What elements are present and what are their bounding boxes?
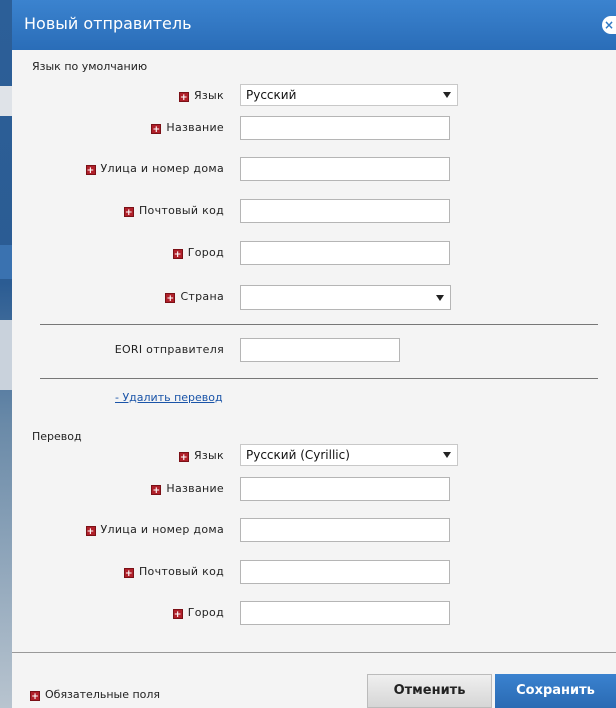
translation-city-input[interactable] [240, 601, 450, 625]
chevron-down-icon [443, 452, 451, 458]
background-page [0, 0, 12, 708]
required-plus-icon: + [123, 568, 134, 579]
default-name-input[interactable] [240, 116, 450, 140]
translation-street-row: + Улица и номер дома [12, 518, 616, 542]
required-plus-icon: + [178, 92, 189, 103]
translation-name-row: + Название [12, 477, 616, 501]
eori-label: EORI отправителя [114, 343, 224, 356]
background-fragment [0, 245, 12, 279]
required-plus-icon: + [85, 526, 96, 537]
default-country-label: + Страна [165, 290, 224, 304]
divider [40, 324, 598, 325]
eori-row: EORI отправителя [12, 338, 616, 362]
eori-input[interactable] [240, 338, 400, 362]
default-city-input[interactable] [240, 241, 450, 265]
default-country-select[interactable] [240, 285, 451, 310]
default-street-row: + Улица и номер дома [12, 157, 616, 181]
translation-language-label: + Язык [178, 449, 224, 463]
background-fragment [0, 320, 12, 390]
default-city-row: + Город [12, 241, 616, 265]
dialog-title: Новый отправитель [24, 14, 192, 33]
translation-postcode-row: + Почтовый код [12, 560, 616, 584]
required-plus-icon: + [172, 609, 183, 620]
translation-language-row: + Язык Русский (Cyrillic) [12, 444, 616, 468]
translation-postcode-label: + Почтовый код [123, 565, 224, 579]
default-name-label: + Название [151, 121, 224, 135]
translation-city-label: + Город [172, 606, 224, 620]
translation-street-input[interactable] [240, 518, 450, 542]
dialog-titlebar: Новый отправитель × [12, 0, 616, 50]
translation-city-row: + Город [12, 601, 616, 625]
default-street-input[interactable] [240, 157, 450, 181]
default-postcode-row: + Почтовый код [12, 199, 616, 223]
close-icon[interactable]: × [602, 16, 616, 34]
translation-language-select[interactable]: Русский (Cyrillic) [240, 444, 458, 466]
required-plus-icon: + [151, 124, 162, 135]
chevron-down-icon [443, 92, 451, 98]
remove-translation-link[interactable]: - Удалить перевод [115, 391, 223, 404]
new-sender-dialog: Новый отправитель × Язык по умолчанию + Я… [12, 0, 616, 708]
default-language-label: + Язык [178, 89, 224, 103]
default-country-row: + Страна [12, 285, 616, 310]
translation-name-input[interactable] [240, 477, 450, 501]
default-city-label: + Город [172, 246, 224, 260]
default-street-label: + Улица и номер дома [85, 162, 224, 176]
translation-name-label: + Название [151, 482, 224, 496]
translation-postcode-input[interactable] [240, 560, 450, 584]
default-language-value: Русский [246, 88, 297, 102]
background-fragment [0, 86, 12, 116]
required-plus-icon: + [172, 249, 183, 260]
cancel-button[interactable]: Отменить [367, 674, 492, 708]
chevron-down-icon [436, 295, 444, 301]
translation-section-label: Перевод [32, 430, 82, 443]
translation-street-label: + Улица и номер дома [85, 523, 224, 537]
default-language-section-label: Язык по умолчанию [32, 60, 148, 73]
save-button[interactable]: Сохранить [495, 674, 616, 708]
required-plus-icon: + [178, 452, 189, 463]
required-plus-icon: + [123, 207, 134, 218]
default-postcode-input[interactable] [240, 199, 450, 223]
default-language-row: + Язык Русский [12, 84, 616, 108]
required-plus-icon: + [151, 485, 162, 496]
default-language-select[interactable]: Русский [240, 84, 458, 106]
divider [40, 378, 598, 379]
required-plus-icon: + [85, 165, 96, 176]
translation-language-value: Русский (Cyrillic) [246, 448, 350, 462]
default-postcode-label: + Почтовый код [123, 204, 224, 218]
required-plus-icon: + [165, 293, 176, 304]
required-plus-icon: + [30, 691, 40, 702]
default-name-row: + Название [12, 116, 616, 140]
required-fields-note: + Обязательные поля [30, 688, 161, 702]
footer-divider [12, 652, 616, 653]
